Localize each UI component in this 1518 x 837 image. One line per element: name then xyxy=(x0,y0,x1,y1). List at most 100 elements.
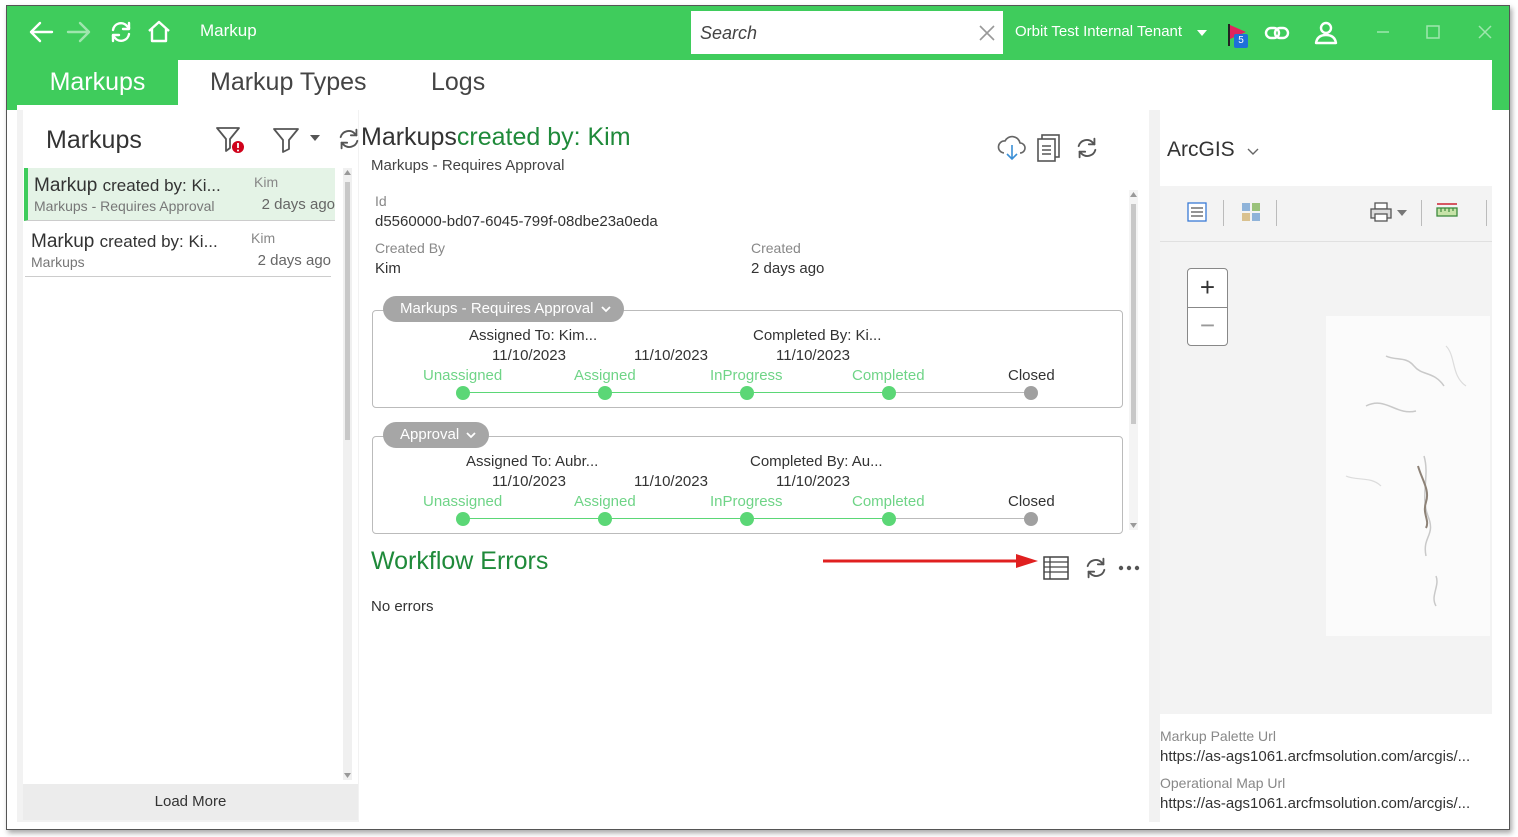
map-panel: ArcGIS + − Markup Palette Url https://as… xyxy=(1160,110,1492,822)
map-view[interactable]: + − xyxy=(1160,242,1492,714)
notification-badge: 5 xyxy=(1234,34,1248,48)
step-date: 11/10/2023 xyxy=(776,473,850,490)
list-item-subtitle: Markups - Requires Approval xyxy=(34,198,215,214)
zoom-in-button[interactable]: + xyxy=(1188,269,1227,308)
document-list-icon[interactable] xyxy=(1036,133,1062,163)
step-dot xyxy=(740,512,754,526)
terrain-relief-image xyxy=(1345,345,1467,607)
list-item-title: Markup created by: Ki... xyxy=(31,231,218,253)
list-item-type: Markup xyxy=(34,175,98,196)
filter-icon[interactable] xyxy=(272,126,300,154)
link-icon[interactable] xyxy=(1263,19,1291,47)
list-item-type: Markup xyxy=(31,231,95,252)
list-item-time: 2 days ago xyxy=(261,196,335,213)
toolbar-divider xyxy=(1486,200,1487,226)
tenant-selector[interactable]: Orbit Test Internal Tenant xyxy=(1015,23,1182,40)
refresh-icon[interactable] xyxy=(107,18,135,46)
list-item[interactable]: Markup created by: Ki... Markups - Requi… xyxy=(24,168,335,221)
chevron-down-icon xyxy=(466,432,477,439)
step-date: 11/10/2023 xyxy=(492,473,566,490)
home-icon[interactable] xyxy=(145,18,173,46)
step-label-closed: Closed xyxy=(1008,493,1055,510)
operational-map-url-value: https://as-ags1061.arcfmsolution.com/arc… xyxy=(1160,795,1471,812)
refresh-icon[interactable] xyxy=(1083,554,1109,582)
red-arrow-annotation xyxy=(823,554,1038,568)
step-dot xyxy=(882,386,896,400)
basemap-gallery-icon[interactable] xyxy=(1240,201,1262,223)
step-label-completed: Completed xyxy=(852,367,925,384)
detail-scrollbar[interactable] xyxy=(1129,190,1138,530)
app-title: Markup xyxy=(200,21,257,40)
notifications-button[interactable]: 5 xyxy=(1225,22,1251,48)
step-label-inprogress: InProgress xyxy=(710,493,783,510)
detail-title-type: Markups xyxy=(361,123,457,151)
step-dot xyxy=(598,386,612,400)
map-toolbar xyxy=(1160,186,1492,242)
zoom-out-button[interactable]: − xyxy=(1188,307,1227,345)
workflow-name-pill[interactable]: Markups - Requires Approval xyxy=(383,296,624,322)
minimize-icon[interactable] xyxy=(1369,18,1397,46)
load-more-button[interactable]: Load More xyxy=(23,784,358,820)
chevron-down-icon[interactable] xyxy=(1197,30,1207,36)
measure-icon[interactable] xyxy=(1435,200,1459,222)
cloud-download-icon[interactable] xyxy=(996,133,1028,163)
content-area: Markups Markup created by: Ki... Markups… xyxy=(17,110,1492,822)
list-item-time: 2 days ago xyxy=(257,252,331,269)
table-view-icon[interactable] xyxy=(1043,556,1069,580)
step-date: 11/10/2023 xyxy=(634,473,708,490)
user-icon[interactable] xyxy=(1312,19,1340,47)
maximize-icon[interactable] xyxy=(1419,18,1447,46)
scroll-thumb[interactable] xyxy=(345,182,350,440)
created-by-value: Kim xyxy=(375,260,401,277)
print-icon[interactable] xyxy=(1369,201,1393,223)
assigned-to: Assigned To: Aubr... xyxy=(466,453,599,470)
progress-line-pending xyxy=(889,518,1031,519)
markup-detail-panel: Markupscreated by: Kim Markups - Require… xyxy=(359,110,1149,822)
tab-logs[interactable]: Logs xyxy=(431,60,485,105)
id-label: Id xyxy=(375,193,387,209)
tab-markups[interactable]: Markups xyxy=(17,60,178,105)
scroll-down-icon[interactable] xyxy=(1130,523,1137,528)
chevron-down-icon[interactable] xyxy=(1397,210,1407,216)
scroll-thumb[interactable] xyxy=(1131,204,1136,424)
clear-search-icon[interactable] xyxy=(977,23,997,43)
progress-line xyxy=(463,518,889,519)
toolbar-divider xyxy=(1421,200,1422,226)
refresh-icon[interactable] xyxy=(1074,134,1100,162)
workflow-card: Assigned To: Kim... Completed By: Ki... … xyxy=(372,310,1123,408)
scroll-up-icon[interactable] xyxy=(344,170,351,175)
filter-alert-icon[interactable] xyxy=(215,125,247,155)
markups-list-panel: Markups Markup created by: Ki... Markups… xyxy=(23,110,359,784)
created-value: 2 days ago xyxy=(751,260,825,277)
back-arrow-icon[interactable] xyxy=(27,18,55,46)
close-icon[interactable] xyxy=(1471,18,1499,46)
more-options-icon[interactable] xyxy=(1117,558,1141,578)
chevron-down-icon[interactable] xyxy=(310,135,320,141)
search-box[interactable] xyxy=(691,11,1003,56)
legend-icon[interactable] xyxy=(1186,201,1208,223)
forward-arrow-icon[interactable] xyxy=(65,18,93,46)
search-input[interactable] xyxy=(691,11,972,56)
zoom-control: + − xyxy=(1187,268,1228,346)
progress-line xyxy=(463,392,889,393)
list-item-title: Markup created by: Ki... xyxy=(34,175,221,197)
step-label-closed: Closed xyxy=(1008,367,1055,384)
scroll-up-icon[interactable] xyxy=(1130,192,1137,197)
list-item-user: Kim xyxy=(254,174,279,190)
step-date: 11/10/2023 xyxy=(634,347,708,364)
tab-markup-types[interactable]: Markup Types xyxy=(210,60,367,105)
no-errors-message: No errors xyxy=(371,598,434,615)
scroll-down-icon[interactable] xyxy=(344,773,351,778)
completed-by: Completed By: Ki... xyxy=(753,327,882,344)
workflow-errors-title: Workflow Errors xyxy=(371,547,549,575)
step-label-completed: Completed xyxy=(852,493,925,510)
list-scrollbar[interactable] xyxy=(343,168,352,780)
step-label-inprogress: InProgress xyxy=(710,367,783,384)
step-dot xyxy=(1024,512,1038,526)
list-item[interactable]: Markup created by: Ki... Markups Kim 2 d… xyxy=(25,224,331,277)
step-dot xyxy=(882,512,896,526)
created-by-label: Created By xyxy=(375,240,446,256)
map-source-selector[interactable]: ArcGIS xyxy=(1167,138,1259,162)
toolbar-divider xyxy=(1276,200,1277,226)
workflow-name-pill[interactable]: Approval xyxy=(383,422,490,448)
